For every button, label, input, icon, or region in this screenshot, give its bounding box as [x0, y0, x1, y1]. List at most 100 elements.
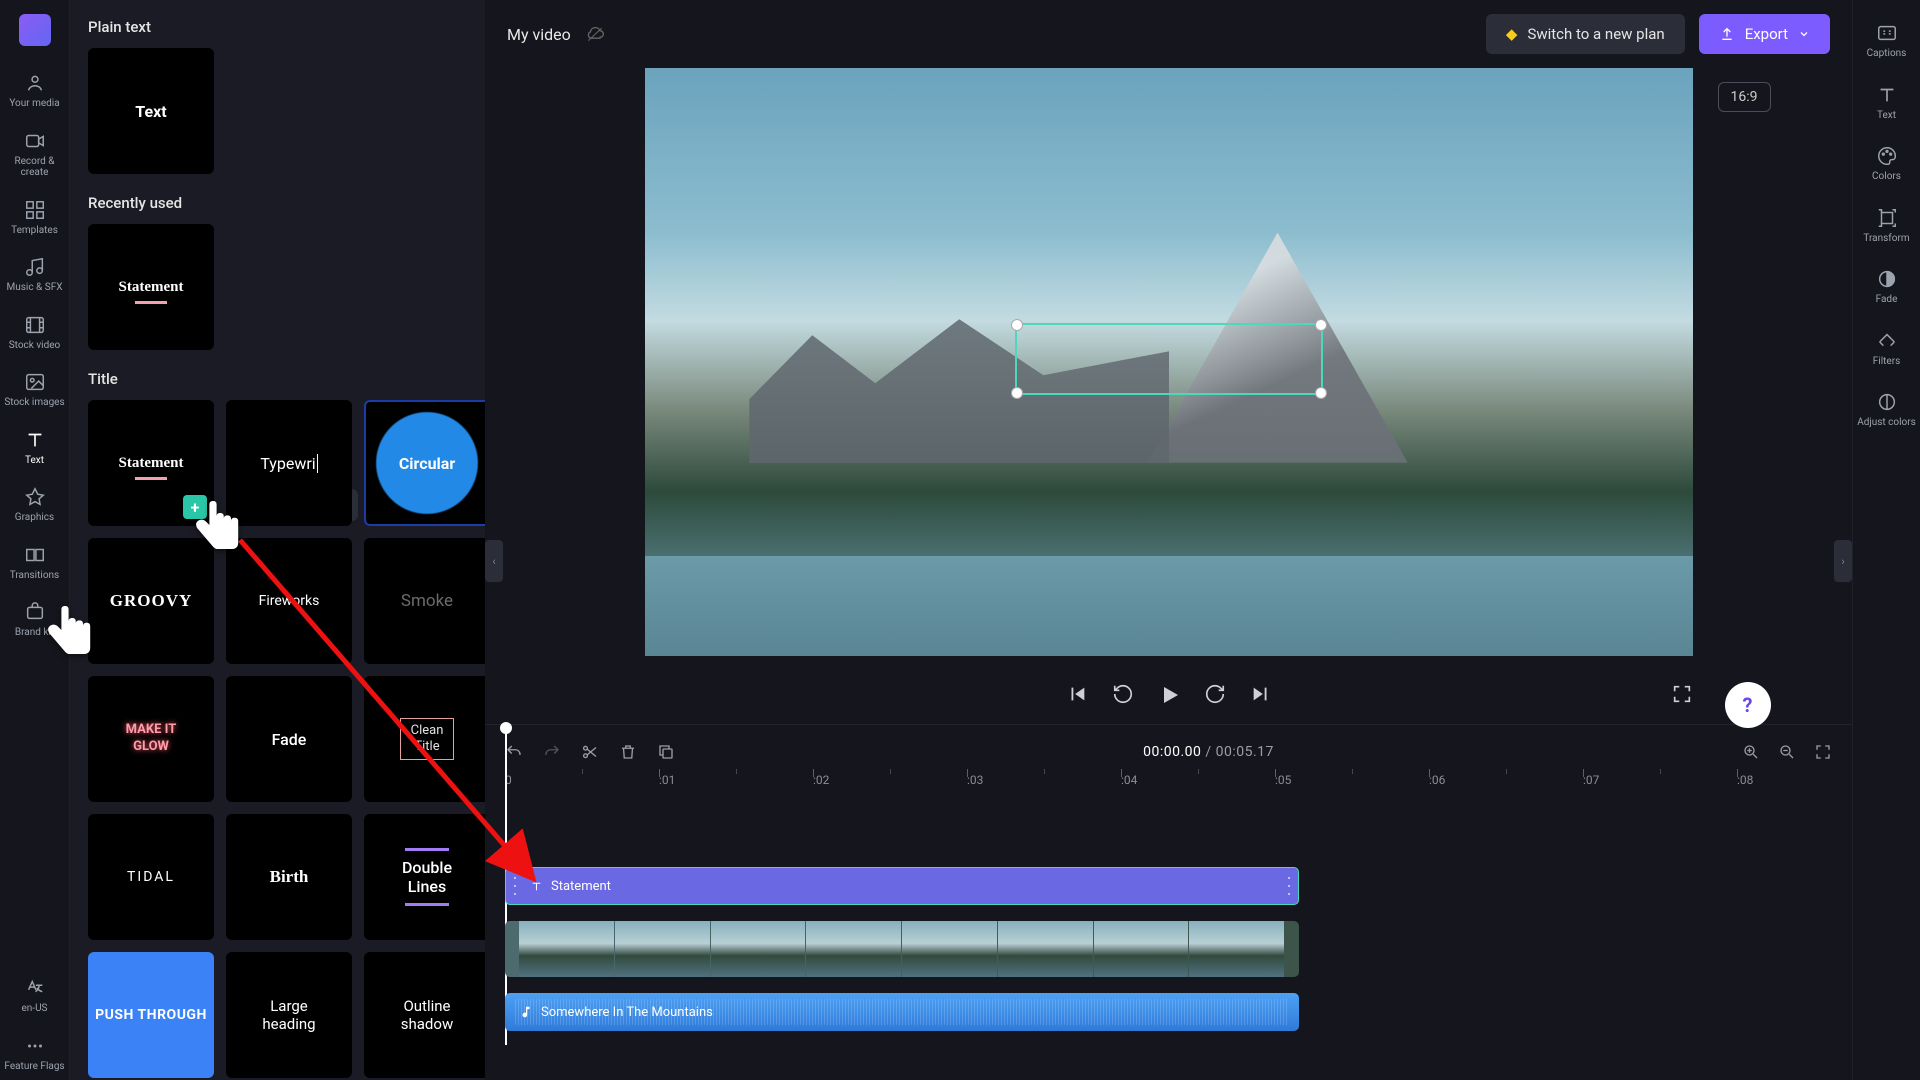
audio-clip[interactable]: Somewhere In The Mountains — [505, 993, 1299, 1031]
duplicate-button[interactable] — [657, 743, 675, 761]
fullscreen-button[interactable] — [1671, 683, 1693, 705]
video-track[interactable] — [505, 921, 1832, 977]
switch-plan-button[interactable]: ◆Switch to a new plan — [1486, 14, 1685, 54]
video-preview[interactable] — [645, 68, 1693, 656]
right-colors[interactable]: Colors — [1857, 135, 1917, 191]
nav-text[interactable]: Text — [3, 419, 67, 475]
text-clip[interactable]: Statement — [505, 867, 1299, 905]
title-groovy[interactable]: GROOVY — [88, 538, 214, 664]
nav-transitions[interactable]: Transitions — [3, 534, 67, 590]
right-transform[interactable]: Transform — [1857, 197, 1917, 253]
nav-lang[interactable]: en-US — [3, 967, 67, 1023]
title-make-it-glow[interactable]: MAKE ITGLOW — [88, 676, 214, 802]
top-bar: My video ◆Switch to a new plan Export — [485, 0, 1852, 68]
right-fade[interactable]: Fade — [1857, 258, 1917, 314]
app-logo — [19, 14, 51, 46]
record-icon — [24, 130, 46, 152]
text-icon — [1876, 84, 1898, 106]
export-button[interactable]: Export — [1699, 14, 1830, 54]
title-fade[interactable]: Fade — [226, 676, 352, 802]
transform-icon — [1876, 207, 1898, 229]
clip-handle-left[interactable] — [510, 874, 520, 898]
zoom-fit-button[interactable] — [1814, 743, 1832, 761]
music-note-icon — [519, 1005, 533, 1019]
right-nav-rail: Captions Text Colors Transform Fade Filt… — [1852, 0, 1920, 1080]
nav-record-create[interactable]: Record & create — [3, 120, 67, 187]
nav-templates[interactable]: Templates — [3, 189, 67, 245]
undo-button[interactable] — [505, 743, 523, 761]
play-button[interactable] — [1158, 683, 1180, 705]
forward-button[interactable] — [1204, 683, 1226, 705]
title-tidal[interactable]: TIDAL — [88, 814, 214, 940]
title-fireworks[interactable]: Fireworks — [226, 538, 352, 664]
nav-your-media[interactable]: Your media — [3, 62, 67, 118]
brandkit-icon — [24, 601, 46, 623]
aspect-ratio-badge[interactable]: 16:9 — [1718, 82, 1771, 112]
timeline-ruler[interactable]: 0 :01 :02 :03 :04 :05 :06 :07 :08 — [505, 773, 1832, 809]
right-filters[interactable]: Filters — [1857, 320, 1917, 376]
fade-icon — [1876, 268, 1898, 290]
film-icon — [24, 314, 46, 336]
text-selection-box[interactable] — [1015, 323, 1323, 395]
timecode: 00:00.00 / 00:05.17 — [695, 744, 1722, 760]
collapse-side-panel[interactable]: ‹ — [485, 540, 503, 582]
clip-handle-right[interactable] — [1284, 874, 1294, 898]
zoom-in-button[interactable] — [1742, 743, 1760, 761]
right-captions[interactable]: Captions — [1857, 12, 1917, 68]
chevron-down-icon — [1798, 28, 1810, 40]
resize-handle-bl[interactable] — [1011, 387, 1023, 399]
image-icon — [24, 371, 46, 393]
project-title[interactable]: My video — [507, 25, 571, 44]
right-text[interactable]: Text — [1857, 74, 1917, 130]
nav-graphics[interactable]: Graphics — [3, 476, 67, 532]
recently-used-heading: Recently used — [88, 194, 467, 212]
audio-track[interactable]: Somewhere In The Mountains — [505, 993, 1832, 1031]
title-heading: Title — [88, 370, 467, 388]
zoom-out-button[interactable] — [1778, 743, 1796, 761]
lang-icon — [24, 977, 46, 999]
split-button[interactable] — [581, 743, 599, 761]
title-statement[interactable]: Statement + Add to timeline — [88, 400, 214, 526]
palette-icon — [1876, 145, 1898, 167]
resize-handle-tr[interactable] — [1315, 319, 1327, 331]
upload-icon — [1719, 26, 1735, 42]
recent-statement-item[interactable]: Statement — [88, 224, 214, 350]
delete-button[interactable] — [619, 743, 637, 761]
nav-music-sfx[interactable]: Music & SFX — [3, 246, 67, 302]
nav-brand-kit[interactable]: Brand kit — [3, 591, 67, 647]
nav-feature-flags[interactable]: Feature Flags — [3, 1025, 67, 1080]
diamond-icon: ◆ — [1506, 25, 1518, 43]
title-birth[interactable]: Birth — [226, 814, 352, 940]
cloud-sync-icon — [585, 24, 605, 44]
nav-stock-images[interactable]: Stock images — [3, 361, 67, 417]
adjust-icon — [1876, 391, 1898, 413]
main-area: My video ◆Switch to a new plan Export — [485, 0, 1852, 1080]
help-button[interactable]: ? — [1725, 682, 1771, 728]
add-to-timeline-button[interactable]: + — [183, 495, 207, 519]
video-clip[interactable] — [505, 921, 1299, 977]
title-large-heading[interactable]: Largeheading — [226, 952, 352, 1078]
resize-handle-br[interactable] — [1315, 387, 1327, 399]
title-circular[interactable]: Circular — [364, 400, 485, 526]
skip-back-button[interactable] — [1066, 683, 1088, 705]
title-smoke[interactable]: Smoke — [364, 538, 485, 664]
title-push-through[interactable]: PUSH THROUGH — [88, 952, 214, 1078]
title-double-lines[interactable]: DoubleLines — [364, 814, 485, 940]
redo-button[interactable] — [543, 743, 561, 761]
text-side-panel: Plain text Text Recently used Statement … — [70, 0, 485, 1080]
plain-text-item[interactable]: Text — [88, 48, 214, 174]
title-outline-shadow[interactable]: Outlineshadow — [364, 952, 485, 1078]
timeline: 00:00.00 / 00:05.17 0 :01 :02 :03 :04 :0… — [485, 724, 1852, 1080]
graphics-icon — [24, 486, 46, 508]
title-typewriter[interactable]: Typewri — [226, 400, 352, 526]
title-clean[interactable]: CleanTitle — [364, 676, 485, 802]
resize-handle-tl[interactable] — [1011, 319, 1023, 331]
skip-fwd-button[interactable] — [1250, 683, 1272, 705]
right-adjust-colors[interactable]: Adjust colors — [1857, 381, 1917, 437]
collapse-right-panel[interactable]: › — [1834, 540, 1852, 582]
nav-stock-video[interactable]: Stock video — [3, 304, 67, 360]
left-nav-rail: Your media Record & create Templates Mus… — [0, 0, 70, 1080]
user-media-icon — [24, 72, 46, 94]
rewind-button[interactable] — [1112, 683, 1134, 705]
text-track[interactable]: Statement — [505, 867, 1832, 905]
